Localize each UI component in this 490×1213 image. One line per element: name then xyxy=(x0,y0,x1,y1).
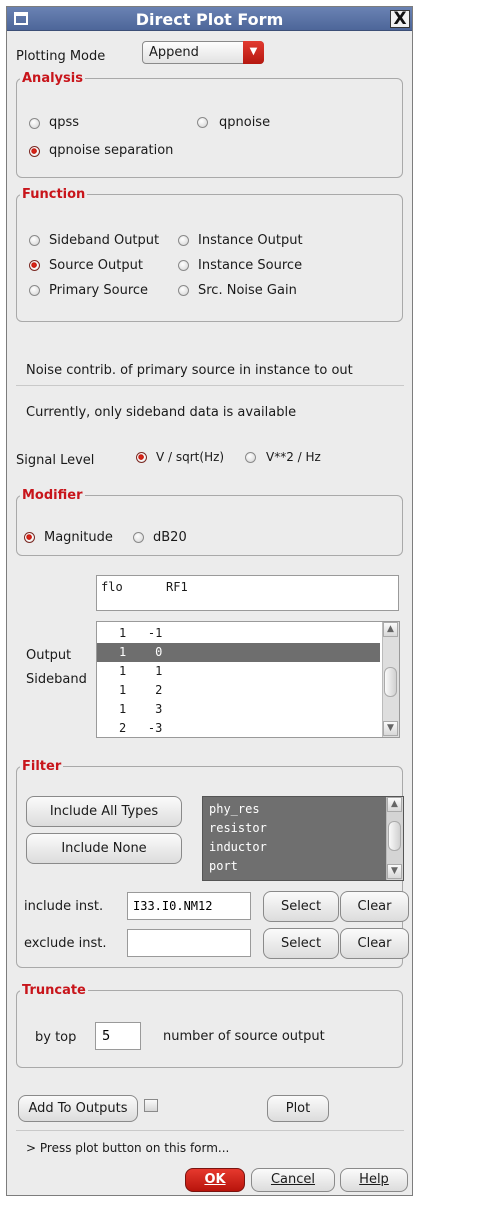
filter-type-item[interactable]: port xyxy=(209,857,385,876)
function-sideband-output-label[interactable]: Sideband Output xyxy=(49,233,159,248)
signal-level-vsqrthz-radio[interactable] xyxy=(136,452,147,463)
add-to-outputs-checkbox[interactable] xyxy=(144,1099,158,1112)
exclude-inst-clear-button[interactable]: Clear xyxy=(340,928,409,959)
signal-level-v2hz-radio[interactable] xyxy=(245,452,256,463)
filter-type-scrollbar[interactable]: ▲ ▼ xyxy=(386,797,403,880)
scroll-thumb[interactable] xyxy=(384,667,397,697)
filter-type-item[interactable]: resistor xyxy=(209,819,385,838)
include-none-button[interactable]: Include None xyxy=(26,833,182,864)
filter-type-list[interactable]: phy_res resistor inductor port ▲ ▼ xyxy=(202,796,404,881)
signal-level-label: Signal Level xyxy=(16,453,95,468)
divider xyxy=(16,385,404,386)
truncate-suffix-label: number of source output xyxy=(163,1029,325,1044)
function-source-output-label[interactable]: Source Output xyxy=(49,258,143,273)
analysis-qpss-label[interactable]: qpss xyxy=(49,115,79,130)
signal-level-v2hz-label[interactable]: V**2 / Hz xyxy=(266,450,321,464)
plotting-mode-label: Plotting Mode xyxy=(16,49,106,64)
analysis-qpnoise-radio[interactable] xyxy=(197,117,208,128)
analysis-qpnoise-label[interactable]: qpnoise xyxy=(219,115,270,130)
scroll-thumb[interactable] xyxy=(388,821,401,851)
analysis-qpss-radio[interactable] xyxy=(29,118,40,129)
title-bar[interactable]: Direct Plot Form X xyxy=(7,7,412,31)
scroll-up-icon[interactable]: ▲ xyxy=(383,622,398,637)
include-inst-label: include inst. xyxy=(24,899,104,914)
modifier-title: Modifier xyxy=(20,488,85,503)
exclude-inst-label: exclude inst. xyxy=(24,936,107,951)
window-title: Direct Plot Form xyxy=(135,10,284,29)
include-inst-select-button[interactable]: Select xyxy=(263,891,339,922)
scroll-up-icon[interactable]: ▲ xyxy=(387,797,402,812)
sideband-row[interactable]: 1 1 xyxy=(97,662,380,681)
truncate-count-field[interactable] xyxy=(95,1022,141,1050)
include-all-types-button[interactable]: Include All Types xyxy=(26,796,182,827)
sideband-row[interactable]: 1 3 xyxy=(97,700,380,719)
output-sideband-label-line2: Sideband xyxy=(26,672,87,687)
output-sideband-label-line1: Output xyxy=(26,648,72,663)
sideband-list[interactable]: 1 -1 1 01 11 21 32 -3 ▲ ▼ xyxy=(96,621,400,738)
filter-type-rows: phy_res resistor inductor port xyxy=(209,800,385,876)
modifier-magnitude-radio[interactable] xyxy=(24,532,35,543)
modifier-group xyxy=(16,495,403,556)
filter-type-item[interactable]: inductor xyxy=(209,838,385,857)
scroll-down-icon[interactable]: ▼ xyxy=(387,864,402,879)
function-instance-output-label[interactable]: Instance Output xyxy=(198,233,303,248)
analysis-title: Analysis xyxy=(20,71,85,86)
function-src-noise-gain-radio[interactable] xyxy=(178,285,189,296)
filter-title: Filter xyxy=(20,759,64,774)
analysis-qpnoise-separation-radio[interactable] xyxy=(29,146,40,157)
exclude-inst-select-button[interactable]: Select xyxy=(263,928,339,959)
chevron-down-icon[interactable]: ▼ xyxy=(243,41,264,64)
cancel-button[interactable]: Cancel xyxy=(251,1168,335,1192)
function-title: Function xyxy=(20,187,88,202)
plotting-mode-value: Append xyxy=(149,45,199,60)
help-button[interactable]: Help xyxy=(340,1168,408,1192)
sideband-scrollbar[interactable]: ▲ ▼ xyxy=(382,622,399,737)
sideband-header-field: flo RF1 xyxy=(96,575,399,611)
sideband-row[interactable]: 2 -3 xyxy=(97,719,380,737)
modifier-magnitude-label[interactable]: Magnitude xyxy=(44,530,113,545)
status-message: > Press plot button on this form... xyxy=(26,1141,230,1155)
function-primary-source-label[interactable]: Primary Source xyxy=(49,283,148,298)
scroll-down-icon[interactable]: ▼ xyxy=(383,721,398,736)
direct-plot-form-window: Direct Plot Form X Plotting Mode Append … xyxy=(6,6,413,1196)
plotting-mode-dropdown[interactable]: Append ▼ xyxy=(142,41,264,64)
include-inst-field[interactable] xyxy=(127,892,251,920)
ok-button[interactable]: OK xyxy=(185,1168,245,1192)
analysis-qpnoise-separation-label[interactable]: qpnoise separation xyxy=(49,143,173,158)
availability-note: Currently, only sideband data is availab… xyxy=(26,405,297,420)
filter-type-item[interactable]: phy_res xyxy=(209,800,385,819)
function-description: Noise contrib. of primary source in inst… xyxy=(26,363,353,378)
function-sideband-output-radio[interactable] xyxy=(29,235,40,246)
truncate-title: Truncate xyxy=(20,983,88,998)
include-inst-clear-button[interactable]: Clear xyxy=(340,891,409,922)
function-instance-source-label[interactable]: Instance Source xyxy=(198,258,302,273)
divider xyxy=(16,1130,404,1131)
sideband-rows: 1 -1 1 01 11 21 32 -3 xyxy=(97,624,380,737)
sideband-row[interactable]: 1 2 xyxy=(97,681,380,700)
function-src-noise-gain-label[interactable]: Src. Noise Gain xyxy=(198,283,297,298)
plot-button[interactable]: Plot xyxy=(267,1095,329,1122)
function-instance-source-radio[interactable] xyxy=(178,260,189,271)
modifier-db20-label[interactable]: dB20 xyxy=(153,530,187,545)
close-icon[interactable]: X xyxy=(390,10,410,28)
add-to-outputs-button[interactable]: Add To Outputs xyxy=(18,1095,138,1122)
function-instance-output-radio[interactable] xyxy=(178,235,189,246)
truncate-by-top-label: by top xyxy=(35,1030,77,1045)
sideband-row[interactable]: 1 0 xyxy=(97,643,380,662)
signal-level-vsqrthz-label[interactable]: V / sqrt(Hz) xyxy=(156,450,224,464)
function-source-output-radio[interactable] xyxy=(29,260,40,271)
exclude-inst-field[interactable] xyxy=(127,929,251,957)
sideband-row[interactable]: 1 -1 xyxy=(97,624,380,643)
modifier-db20-radio[interactable] xyxy=(133,532,144,543)
function-primary-source-radio[interactable] xyxy=(29,285,40,296)
